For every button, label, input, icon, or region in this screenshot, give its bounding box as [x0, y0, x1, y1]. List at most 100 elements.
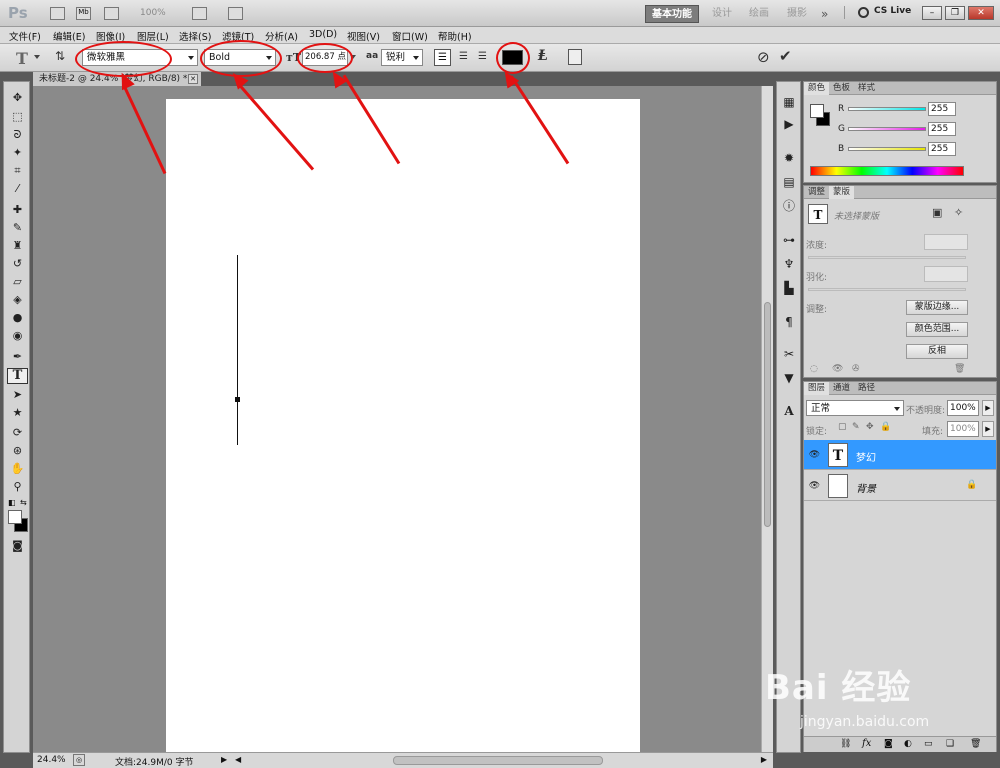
- crop-tool-icon[interactable]: ⌗: [7, 163, 28, 179]
- arrange-documents-icon[interactable]: [192, 7, 207, 20]
- swap-colors-icon[interactable]: ⇆: [20, 498, 27, 507]
- view-extras-icon[interactable]: [104, 7, 119, 20]
- feather-input[interactable]: [924, 266, 968, 282]
- close-button[interactable]: ✕: [968, 6, 994, 20]
- trash-icon[interactable]: 🗑: [970, 739, 981, 749]
- zoom-readout[interactable]: 24.4%: [37, 755, 66, 765]
- tab-color[interactable]: 颜色: [804, 82, 830, 95]
- tab-styles[interactable]: 样式: [854, 82, 879, 95]
- zoom-level-select[interactable]: 100%: [140, 8, 166, 18]
- 3d-rotate-tool-icon[interactable]: ⟳: [7, 425, 28, 441]
- character-panel-icon[interactable]: A: [781, 404, 797, 420]
- cs-live-button[interactable]: CS Live: [874, 6, 911, 16]
- restore-button[interactable]: ❐: [945, 6, 965, 20]
- blend-mode-select[interactable]: 正常: [806, 400, 904, 416]
- menu-window[interactable]: 窗口(W): [392, 29, 428, 43]
- actions-panel-icon[interactable]: ▶: [781, 116, 797, 132]
- toggle-orientation-icon[interactable]: ⇅: [55, 49, 65, 63]
- menu-3d[interactable]: 3D(D): [309, 29, 337, 40]
- quick-selection-tool-icon[interactable]: ✦: [7, 145, 28, 161]
- type-tool-icon[interactable]: T: [7, 368, 28, 384]
- tab-swatches[interactable]: 色板: [829, 82, 854, 95]
- tab-channels[interactable]: 通道: [829, 382, 854, 395]
- feather-slider[interactable]: [808, 288, 966, 291]
- brush-presets-panel-icon[interactable]: ⊶: [781, 232, 797, 248]
- history-brush-tool-icon[interactable]: ↺: [7, 256, 28, 272]
- workspace-essentials-button[interactable]: 基本功能: [645, 5, 699, 23]
- fill-input[interactable]: 100%: [947, 421, 979, 437]
- lasso-tool-icon[interactable]: ᘐ: [7, 127, 28, 143]
- antialias-select[interactable]: 锐利: [381, 49, 423, 66]
- menu-analysis[interactable]: 分析(A): [265, 29, 298, 43]
- warp-text-icon[interactable]: Ⱡ: [538, 48, 548, 64]
- mask-edge-button[interactable]: 蒙版边缘...: [906, 300, 968, 315]
- green-value-input[interactable]: 255: [928, 122, 956, 136]
- density-slider[interactable]: [808, 256, 966, 259]
- lock-image-icon[interactable]: ✎: [852, 422, 860, 432]
- chevron-right-icon[interactable]: ▶: [982, 400, 994, 416]
- zoom-tool-icon[interactable]: ⚲: [7, 479, 28, 495]
- align-right-button[interactable]: ☰: [474, 49, 491, 66]
- blur-tool-icon[interactable]: ●: [7, 310, 28, 326]
- cancel-edit-icon[interactable]: ⊘: [757, 48, 770, 66]
- chevron-right-icon[interactable]: ▶: [761, 755, 767, 764]
- vertical-scroll-thumb[interactable]: [764, 302, 771, 527]
- layer-visibility-eye-icon[interactable]: 👁: [808, 449, 821, 461]
- clone-source-panel-icon[interactable]: ♆: [781, 256, 797, 272]
- layer-visibility-eye-icon[interactable]: 👁: [808, 480, 821, 492]
- blue-slider[interactable]: [848, 147, 926, 151]
- add-pixel-mask-icon[interactable]: ▣: [932, 206, 942, 219]
- type-tool-preset-icon[interactable]: T: [16, 49, 28, 68]
- horizontal-scroll-thumb[interactable]: [393, 756, 603, 765]
- path-selection-tool-icon[interactable]: ➤: [7, 387, 28, 403]
- document-canvas-area[interactable]: [33, 86, 761, 759]
- status-options-icon[interactable]: ◎: [73, 754, 85, 766]
- brush-tool-icon[interactable]: ✎: [7, 220, 28, 236]
- tool-presets-panel-icon[interactable]: ▙: [781, 280, 797, 296]
- apply-mask-icon[interactable]: ✇: [852, 364, 860, 374]
- blue-value-input[interactable]: 255: [928, 142, 956, 156]
- add-mask-icon[interactable]: ◙: [884, 739, 893, 749]
- color-range-button[interactable]: 颜色范围...: [906, 322, 968, 337]
- adjustment-layer-icon[interactable]: ◐: [904, 739, 912, 749]
- 3d-orbit-tool-icon[interactable]: ⊛: [7, 443, 28, 459]
- vertical-scrollbar[interactable]: [761, 86, 773, 752]
- chevron-down-icon[interactable]: [34, 55, 40, 59]
- minimize-button[interactable]: –: [922, 6, 942, 20]
- move-tool-icon[interactable]: ✥: [7, 90, 28, 106]
- 3d-panel-icon[interactable]: ✹: [781, 150, 797, 166]
- eyedropper-tool-icon[interactable]: ⁄: [7, 181, 28, 197]
- eye-icon[interactable]: 👁: [832, 364, 843, 374]
- layer-row-background[interactable]: 👁 背景 🔒: [804, 471, 996, 501]
- align-center-button[interactable]: ☰: [455, 49, 472, 66]
- layer-name[interactable]: 背景: [856, 480, 876, 495]
- shape-tool-icon[interactable]: ★: [7, 405, 28, 421]
- menu-file[interactable]: 文件(F): [9, 29, 41, 43]
- paint-bucket-tool-icon[interactable]: ◈: [7, 292, 28, 308]
- new-layer-icon[interactable]: ❑: [946, 739, 954, 749]
- new-group-icon[interactable]: ▭: [924, 739, 933, 749]
- menu-layer[interactable]: 图层(L): [137, 29, 169, 43]
- document-canvas[interactable]: [166, 99, 640, 759]
- lock-transparent-icon[interactable]: ▢: [838, 422, 847, 432]
- tools-presets-icon[interactable]: ✂: [781, 346, 797, 362]
- foreground-color-swatch[interactable]: [810, 104, 824, 118]
- invert-button[interactable]: 反相: [906, 344, 968, 359]
- workspace-design-button[interactable]: 设计: [706, 5, 738, 23]
- tab-paths[interactable]: 路径: [854, 382, 879, 395]
- red-value-input[interactable]: 255: [928, 102, 956, 116]
- close-icon[interactable]: ✕: [188, 74, 198, 84]
- layer-row-text[interactable]: 👁 T 梦幻: [804, 440, 996, 470]
- info-panel-icon[interactable]: ⓘ: [781, 198, 797, 214]
- align-left-button[interactable]: ☰: [434, 49, 451, 66]
- density-input[interactable]: [924, 234, 968, 250]
- link-layers-icon[interactable]: ⛓: [840, 739, 851, 749]
- tab-layers[interactable]: 图层: [804, 382, 830, 395]
- screen-mode-icon[interactable]: [228, 7, 243, 20]
- chevron-right-icon[interactable]: ▶: [982, 421, 994, 437]
- workspace-photography-button[interactable]: 摄影: [781, 5, 813, 23]
- chevron-right-icon[interactable]: ▶: [221, 755, 227, 764]
- clone-stamp-tool-icon[interactable]: ♜: [7, 238, 28, 254]
- stamp-icon[interactable]: ▼: [781, 370, 797, 386]
- layer-style-icon[interactable]: fx: [862, 738, 871, 749]
